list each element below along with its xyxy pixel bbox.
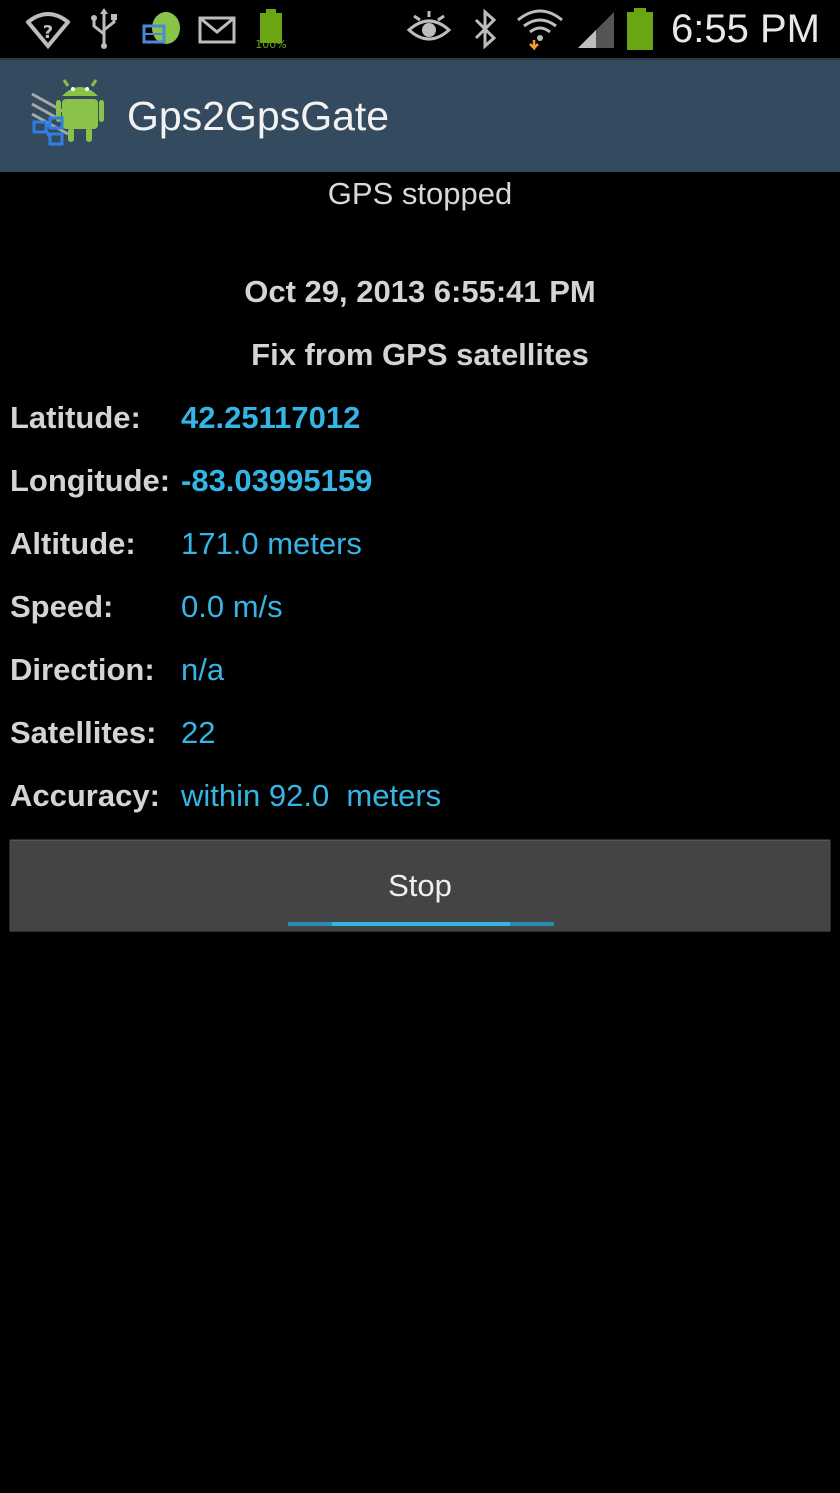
stop-button[interactable]: Stop [9, 839, 831, 932]
latitude-value: 42.25117012 [181, 400, 361, 435]
wifi-question-icon: ? [26, 12, 70, 50]
action-bar: Gps2GpsGate [0, 58, 840, 172]
longitude-row: Longitude: -83.03995159 [10, 456, 830, 506]
speed-row: Speed: 0.0 m/s [10, 582, 830, 632]
accuracy-value: within 92.0 meters [181, 778, 442, 813]
gps-status: GPS stopped [327, 176, 513, 211]
usb-icon [91, 8, 117, 49]
email-icon [198, 16, 236, 44]
direction-row: Direction: n/a [10, 645, 830, 695]
satellites-row: Satellites: 22 [10, 708, 830, 758]
svg-text:100%: 100% [255, 38, 286, 50]
cellular-signal-icon [578, 12, 614, 48]
fix-source: Fix from GPS satellites [251, 337, 589, 372]
wifi-signal-icon [517, 9, 563, 50]
svg-text:?: ? [43, 22, 53, 43]
app-notification-icon [142, 12, 180, 44]
stop-button-focus-indicator [288, 922, 554, 926]
direction-value: n/a [181, 652, 225, 687]
altitude-value: 171.0 meters [181, 526, 362, 561]
fix-timestamp: Oct 29, 2013 6:55:41 PM [244, 274, 596, 309]
eye-icon [406, 11, 452, 41]
satellites-value: 22 [181, 715, 216, 750]
direction-label: Direction: [10, 652, 155, 687]
battery-icon [627, 8, 653, 50]
status-bar: ? 100% 6:55 PM [0, 0, 840, 58]
latitude-label: Latitude: [10, 400, 141, 435]
altitude-row: Altitude: 171.0 meters [10, 519, 830, 569]
stop-button-label: Stop [388, 868, 452, 903]
latitude-row: Latitude: 42.25117012 [10, 393, 830, 443]
accuracy-label: Accuracy: [10, 778, 160, 813]
battery-full-icon: 100% [255, 9, 287, 50]
accuracy-row: Accuracy: within 92.0 meters [10, 771, 830, 821]
longitude-value: -83.03995159 [181, 463, 373, 498]
clock: 6:55 PM [671, 7, 820, 51]
longitude-label: Longitude: [10, 463, 171, 498]
speed-value: 0.0 m/s [181, 589, 283, 624]
android-gps-app-icon[interactable] [28, 74, 110, 156]
altitude-label: Altitude: [10, 526, 136, 561]
bluetooth-icon [474, 8, 497, 50]
satellites-label: Satellites: [10, 715, 157, 750]
app-title: Gps2GpsGate [127, 93, 390, 139]
speed-label: Speed: [10, 589, 114, 624]
